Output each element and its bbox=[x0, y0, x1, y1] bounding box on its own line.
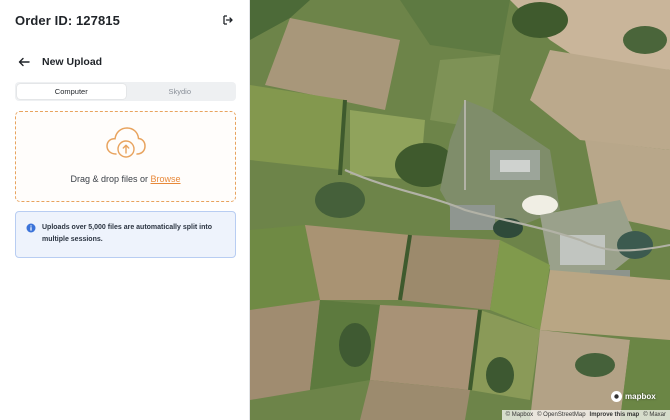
logout-icon[interactable] bbox=[221, 13, 235, 27]
mapbox-logo[interactable]: mapbox bbox=[611, 389, 656, 403]
back-row: New Upload bbox=[17, 55, 102, 69]
mapbox-logo-icon bbox=[611, 390, 622, 402]
attribution-mapbox[interactable]: © Mapbox bbox=[506, 410, 533, 420]
cloud-upload-icon bbox=[106, 127, 146, 158]
map-attribution: © Mapbox © OpenStreetMap Improve this ma… bbox=[501, 410, 670, 420]
file-dropzone[interactable]: Drag & drop files or Browse bbox=[15, 111, 236, 202]
attribution-osm[interactable]: © OpenStreetMap bbox=[537, 410, 585, 420]
satellite-map[interactable]: mapbox © Mapbox © OpenStreetMap Improve … bbox=[250, 0, 670, 420]
order-header: Order ID: 127815 bbox=[15, 11, 235, 29]
source-tabs: Computer Skydio bbox=[15, 82, 236, 101]
info-text: Uploads over 5,000 files are automatical… bbox=[42, 224, 213, 243]
browse-link[interactable]: Browse bbox=[151, 174, 181, 184]
map-imagery bbox=[250, 0, 670, 420]
tab-skydio[interactable]: Skydio bbox=[126, 84, 235, 99]
info-icon bbox=[26, 223, 36, 233]
page-title: New Upload bbox=[42, 56, 103, 68]
attribution-improve[interactable]: Improve this map bbox=[590, 410, 640, 420]
attribution-maxar[interactable]: © Maxar bbox=[643, 410, 666, 420]
dropzone-label: Drag & drop files or bbox=[70, 174, 151, 184]
arrow-left-icon[interactable] bbox=[17, 55, 31, 69]
info-banner: Uploads over 5,000 files are automatical… bbox=[15, 211, 236, 258]
dropzone-text: Drag & drop files or Browse bbox=[16, 174, 235, 184]
upload-sidebar: Order ID: 127815 New Upload Computer Sky… bbox=[0, 0, 250, 420]
mapbox-logo-text: mapbox bbox=[625, 391, 656, 401]
tab-computer[interactable]: Computer bbox=[17, 84, 126, 99]
order-title: Order ID: 127815 bbox=[15, 12, 120, 28]
